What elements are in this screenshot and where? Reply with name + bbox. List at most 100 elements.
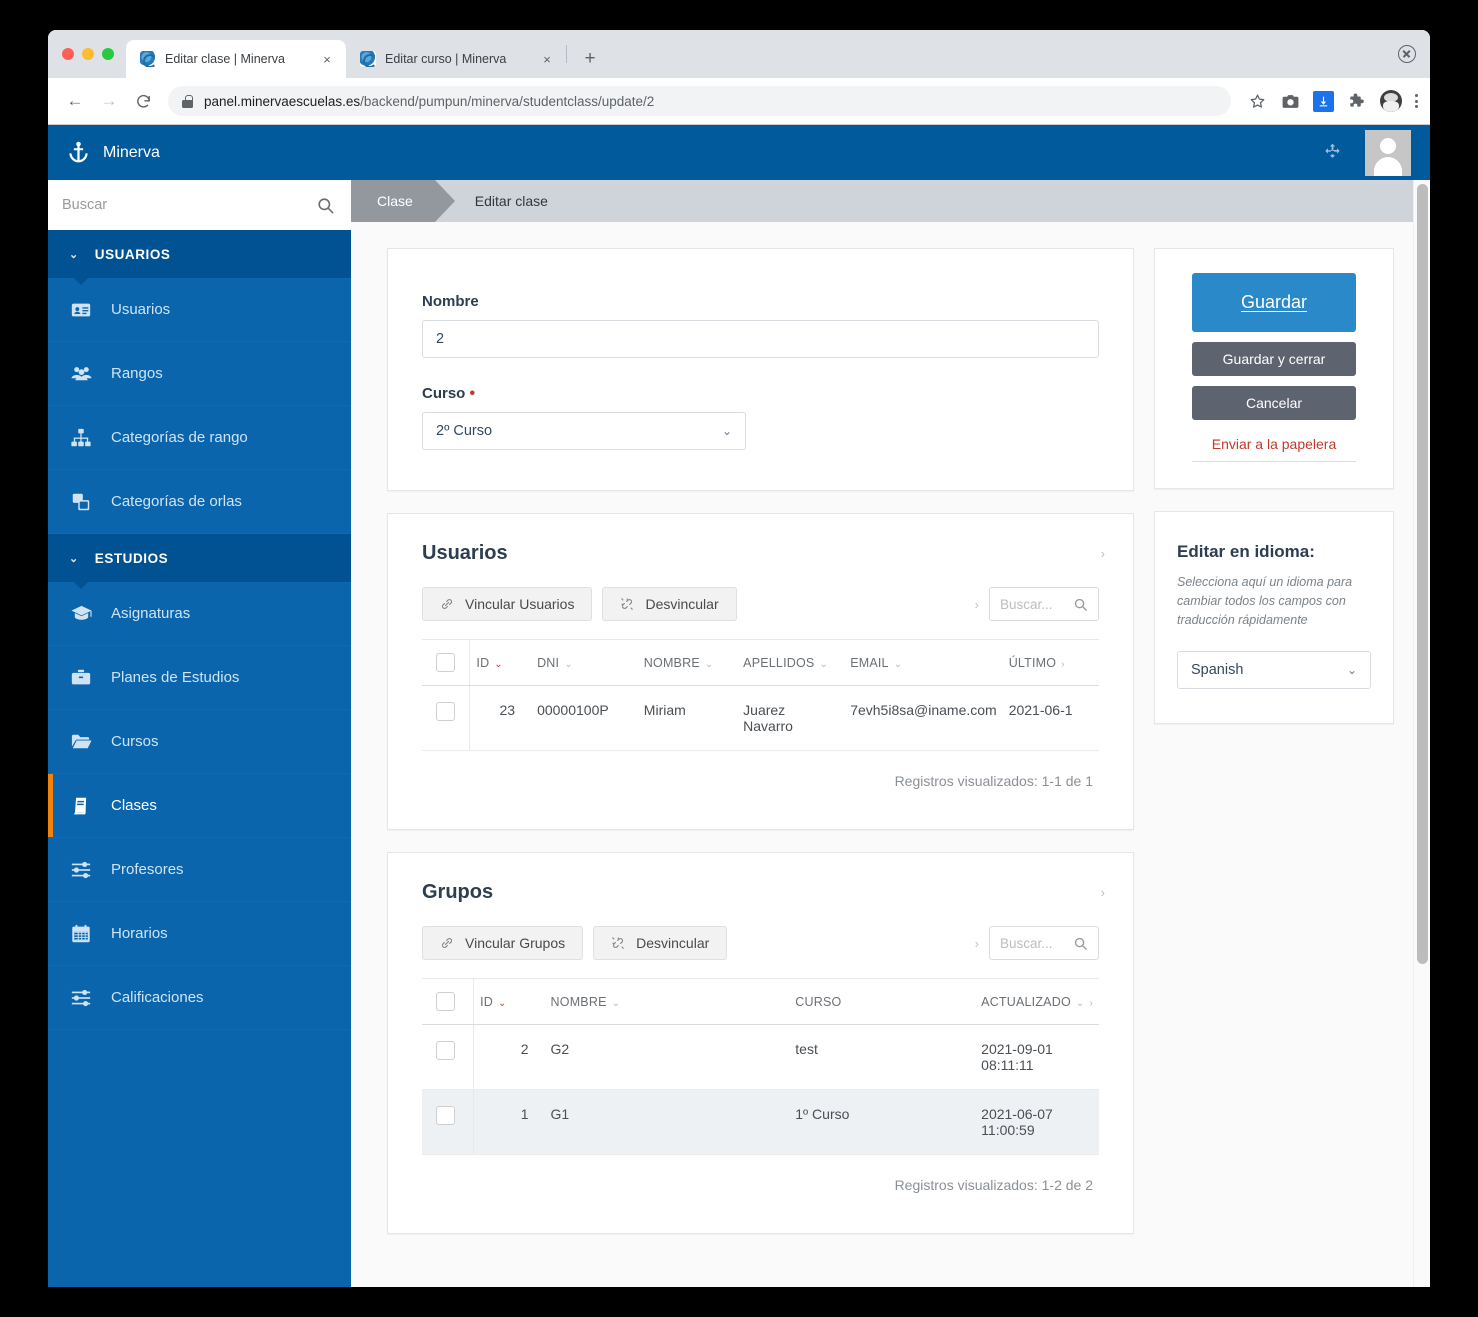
grupos-search-input[interactable]	[1000, 935, 1067, 951]
chrome-menu-icon[interactable]	[1415, 94, 1418, 108]
sidebar-item-categorias-de-rango[interactable]: Categorías de rango	[48, 406, 351, 470]
sidebar-item-cursos[interactable]: Cursos	[48, 710, 351, 774]
sidebar-item-categorias-de-orlas[interactable]: Categorías de orlas	[48, 470, 351, 534]
vincular-usuarios-button[interactable]: Vincular Usuarios	[422, 587, 593, 621]
sidebar-item-calificaciones[interactable]: Calificaciones	[48, 966, 351, 1030]
col-header-id[interactable]: ID ⌄	[473, 978, 545, 1025]
id-card-icon	[69, 298, 93, 322]
sidebar-group-usuarios[interactable]: ⌄ USUARIOS	[48, 230, 351, 285]
link-icon	[440, 936, 454, 950]
select-all-checkbox[interactable]	[436, 992, 455, 1011]
sidebar-group-label: ESTUDIOS	[94, 550, 169, 566]
vincular-grupos-button[interactable]: Vincular Grupos	[422, 926, 584, 960]
send-to-trash-link[interactable]: Enviar a la papelera	[1192, 436, 1356, 462]
minimize-window-button[interactable]	[82, 48, 94, 60]
close-icon[interactable]: ×	[318, 50, 336, 68]
row-checkbox[interactable]	[436, 1041, 455, 1060]
save-and-close-button[interactable]: Guardar y cerrar	[1192, 342, 1356, 376]
sidebar-group-estudios[interactable]: ⌄ ESTUDIOS	[48, 534, 351, 589]
table-row[interactable]: 2 G2 test 2021-09-01 08:11:11	[422, 1024, 1099, 1090]
grupos-collapse-icon[interactable]: ›	[1101, 885, 1105, 900]
fullscreen-move-icon[interactable]	[1322, 142, 1343, 163]
favicon-icon	[140, 51, 156, 67]
sidebar-item-label: Asignaturas	[111, 605, 191, 622]
download-icon[interactable]	[1313, 90, 1334, 112]
extensions-puzzle-icon[interactable]	[1347, 91, 1367, 111]
maximize-window-button[interactable]	[102, 48, 114, 60]
new-tab-button[interactable]: +	[575, 44, 605, 74]
col-header-nombre[interactable]: NOMBRE ⌄	[637, 639, 738, 686]
row-checkbox[interactable]	[436, 702, 455, 721]
table-row[interactable]: 23 00000100P Miriam Juarez Navarro 7evh5…	[422, 685, 1099, 751]
desvincular-grupos-button[interactable]: Desvincular	[593, 926, 728, 960]
usuarios-search-box[interactable]	[989, 587, 1099, 621]
nombre-input[interactable]	[422, 320, 1099, 358]
table-header-row: ID ⌄ DNI ⌄ NOMBRE ⌄ APELLIDOS ⌄ EMAIL ⌄ …	[422, 639, 1099, 686]
breadcrumb-item-clase[interactable]: Clase	[351, 180, 455, 222]
app-brand[interactable]: Minerva	[66, 140, 160, 166]
usuarios-search-input[interactable]	[1000, 596, 1067, 612]
search-icon[interactable]	[316, 196, 335, 215]
tab-title: Editar clase | Minerva	[165, 52, 285, 66]
sidebar-item-usuarios[interactable]: Usuarios	[48, 278, 351, 342]
close-window-button[interactable]	[62, 48, 74, 60]
sidebar-item-planes-de-estudios[interactable]: Planes de Estudios	[48, 646, 351, 710]
chevron-right-icon[interactable]: ›	[975, 597, 979, 612]
table-row[interactable]: 1 G1 1º Curso 2021-06-07 11:00:59	[422, 1089, 1099, 1155]
sidebar-search[interactable]	[48, 180, 351, 230]
language-select[interactable]: Spanish ⌄	[1177, 651, 1371, 690]
desvincular-usuarios-button[interactable]: Desvincular	[602, 587, 737, 621]
col-header-nombre[interactable]: NOMBRE ⌄	[544, 978, 790, 1025]
col-header-dni[interactable]: DNI ⌄	[531, 639, 638, 686]
page-scrollbar-thumb[interactable]	[1417, 184, 1428, 964]
row-select-cell	[422, 1024, 475, 1090]
grupos-search-box[interactable]	[989, 926, 1099, 960]
cell-id: 23	[469, 685, 532, 751]
reload-button[interactable]	[128, 86, 158, 116]
browser-tab-0[interactable]: Editar clase | Minerva ×	[126, 40, 346, 78]
col-header-apellidos[interactable]: APELLIDOS ⌄	[737, 639, 845, 686]
forward-button[interactable]: →	[94, 86, 124, 116]
user-avatar[interactable]	[1365, 129, 1411, 176]
desvincular-grupos-label: Desvincular	[636, 935, 710, 951]
cell-nombre: G1	[544, 1089, 790, 1155]
sidebar-item-asignaturas[interactable]: Asignaturas	[48, 582, 351, 646]
sidebar-item-clases[interactable]: Clases	[48, 774, 351, 838]
camera-icon[interactable]	[1280, 91, 1300, 111]
sliders-icon	[69, 858, 93, 882]
col-header-id[interactable]: ID ⌄	[469, 639, 532, 686]
sidebar-item-label: Categorías de orlas	[111, 493, 242, 510]
usuarios-table-body: 23 00000100P Miriam Juarez Navarro 7evh5…	[422, 685, 1099, 751]
sidebar-item-profesores[interactable]: Profesores	[48, 838, 351, 902]
sidebar-item-horarios[interactable]: Horarios	[48, 902, 351, 966]
close-icon[interactable]: ×	[538, 50, 556, 68]
sidebar-item-rangos[interactable]: Rangos	[48, 342, 351, 406]
save-button[interactable]: Guardar	[1192, 273, 1356, 332]
row-checkbox[interactable]	[436, 1106, 455, 1125]
required-marker: •	[469, 385, 476, 402]
col-header-actualizado[interactable]: ACTUALIZADO ⌄ ›	[975, 978, 1099, 1025]
content-scroll-area: Nombre Curso • 2º Curso ⌄	[351, 222, 1430, 1287]
search-icon[interactable]	[1073, 936, 1088, 951]
col-header-email[interactable]: EMAIL ⌄	[844, 639, 1003, 686]
back-button[interactable]: ←	[60, 86, 90, 116]
close-icon[interactable]	[1398, 45, 1416, 63]
search-icon[interactable]	[1073, 597, 1088, 612]
col-header-curso[interactable]: CURSO	[789, 978, 976, 1025]
browser-profile-avatar[interactable]	[1380, 90, 1402, 112]
chevron-right-icon[interactable]: ›	[975, 936, 979, 951]
col-header-ultimo[interactable]: ÚLTIMO ›	[1002, 639, 1099, 686]
row-select-cell	[422, 1089, 475, 1155]
cancel-button[interactable]: Cancelar	[1192, 386, 1356, 420]
usuarios-collapse-icon[interactable]: ›	[1101, 546, 1105, 561]
bookmark-star-icon[interactable]	[1247, 91, 1267, 111]
address-bar[interactable]: panel.minervaescuelas.es/backend/pumpun/…	[168, 86, 1231, 116]
select-all-checkbox[interactable]	[436, 653, 455, 672]
browser-tab-1[interactable]: Editar curso | Minerva ×	[346, 40, 566, 78]
curso-select[interactable]: 2º Curso ⌄	[422, 412, 746, 450]
app-title: Minerva	[103, 143, 160, 161]
page-scrollbar[interactable]	[1413, 180, 1430, 1287]
language-card-title: Editar en idioma:	[1177, 542, 1315, 561]
search-input[interactable]	[62, 197, 316, 213]
grupos-table-body: 2 G2 test 2021-09-01 08:11:11 1 G1 1º Cu…	[422, 1024, 1099, 1155]
